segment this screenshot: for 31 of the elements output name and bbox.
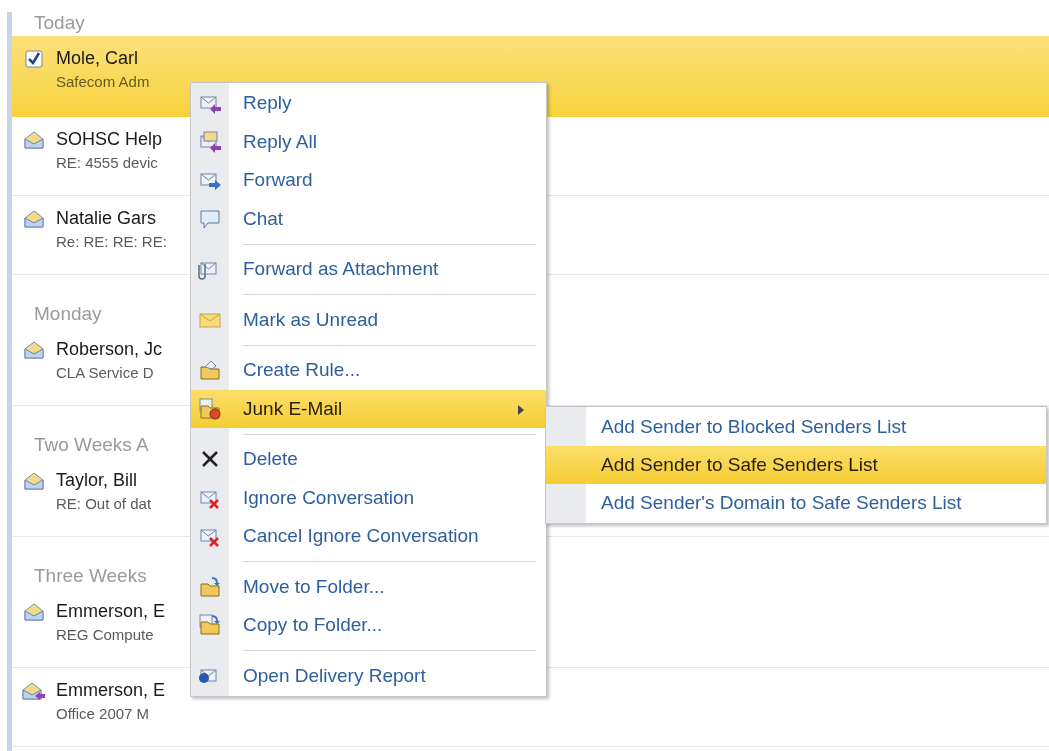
menu-item-label: Cancel Ignore Conversation	[243, 525, 479, 548]
menu-item-label: Delete	[243, 448, 298, 471]
sender-name: Mole, Carl	[56, 48, 140, 69]
message-preview: Office 2007 M	[56, 705, 151, 722]
message-preview: Safecom Adm	[56, 73, 150, 90]
menu-item-label: Chat	[243, 207, 284, 230]
menu-item-label: Create Rule...	[243, 359, 361, 382]
menu-item-label: Copy to Folder...	[243, 614, 383, 637]
message-preview: Re: RE: RE: RE:	[56, 233, 167, 250]
message-preview: RE: 4555 devic	[56, 154, 159, 171]
sender-name: Taylor, Bill	[56, 470, 139, 491]
group-header: Today	[34, 12, 85, 35]
message-preview: CLA Service D	[56, 364, 155, 381]
sender-name: SOHSC Help	[56, 129, 163, 150]
menu-item-label: Reply All	[243, 130, 317, 153]
menu-item-label: Move to Folder...	[243, 575, 385, 598]
message-preview: REG Compute	[56, 626, 155, 643]
group-header: Three Weeks	[34, 565, 147, 588]
sender-name: Emmerson, E	[56, 601, 166, 622]
menu-item-label: Forward as Attachment	[243, 258, 439, 281]
group-header: Two Weeks A	[34, 434, 149, 457]
sender-name: Natalie Gars	[56, 208, 158, 229]
sender-name: Roberson, Jc	[56, 339, 163, 360]
menu-item-label: Ignore Conversation	[243, 486, 415, 509]
menu-item-label: Reply	[243, 92, 292, 115]
menu-item-label: Junk E-Mail	[243, 397, 343, 420]
message-preview: RE: Out of dat	[56, 495, 152, 512]
sender-name: Emmerson, E	[56, 680, 166, 701]
group-header: Monday	[34, 303, 102, 326]
menu-item-label: Forward	[243, 169, 313, 192]
menu-item-label: Mark as Unread	[243, 308, 379, 331]
